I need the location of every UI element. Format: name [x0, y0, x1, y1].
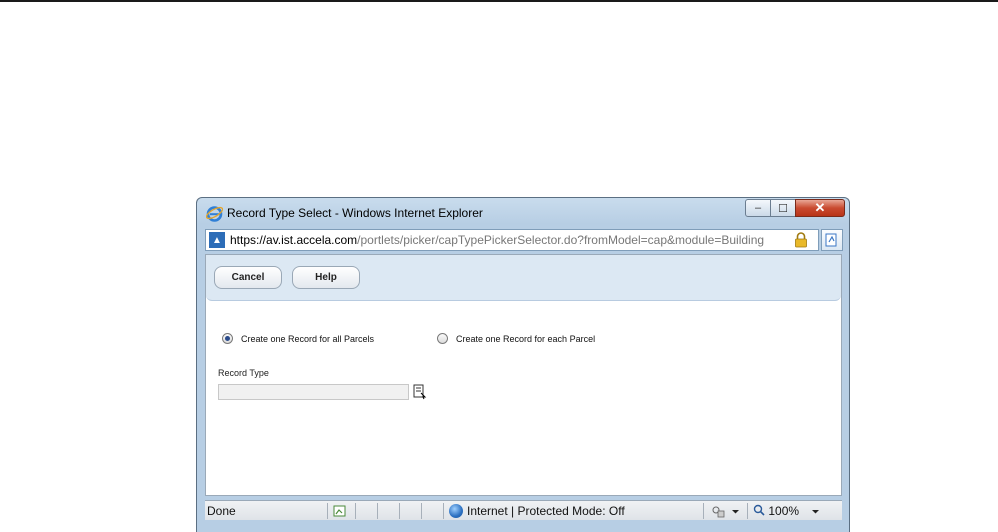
status-separator: [355, 503, 356, 519]
status-separator: [703, 503, 704, 519]
title-bar[interactable]: Record Type Select - Windows Internet Ex…: [197, 198, 849, 228]
ie-popup-window: Record Type Select - Windows Internet Ex…: [196, 197, 850, 532]
action-toolbar: Cancel Help: [206, 255, 841, 301]
address-bar[interactable]: ▲ https://av.ist.accela.com/portlets/pic…: [205, 229, 819, 251]
window-title: Record Type Select - Windows Internet Ex…: [227, 206, 483, 220]
compatibility-view-button[interactable]: [821, 229, 843, 251]
page-content: Cancel Help Create one Record for all Pa…: [205, 254, 842, 496]
page-top-rule: [0, 0, 998, 2]
zoom-text: 100%: [768, 504, 800, 518]
record-type-picker-icon[interactable]: [413, 384, 427, 400]
all-parcels-label: Create one Record for all Parcels: [241, 333, 375, 344]
status-separator: [377, 503, 378, 519]
zoom-level[interactable]: 100%: [753, 504, 799, 518]
chevron-down-icon[interactable]: [731, 504, 740, 518]
site-favicon-icon: ▲: [209, 232, 225, 248]
zoom-magnifier-icon: [753, 504, 765, 516]
cancel-button[interactable]: Cancel: [214, 266, 282, 289]
compatibility-view-icon: [825, 233, 837, 247]
maximize-icon: ☐: [778, 202, 788, 215]
status-separator: [747, 503, 748, 519]
url-domain: accela.com: [296, 233, 358, 247]
radio-selected-dot: [225, 336, 230, 341]
status-text: Done: [207, 504, 236, 518]
option-each-parcel[interactable]: Create one Record for each Parcel: [437, 333, 595, 344]
security-zone[interactable]: Internet | Protected Mode: Off: [449, 504, 625, 518]
help-button[interactable]: Help: [292, 266, 360, 289]
record-type-label: Record Type: [218, 368, 269, 378]
option-all-parcels[interactable]: Create one Record for all Parcels: [222, 333, 374, 344]
lock-icon[interactable]: [794, 232, 808, 248]
close-button[interactable]: ✕: [795, 199, 845, 217]
maximize-button[interactable]: ☐: [770, 199, 796, 217]
chevron-down-icon[interactable]: [811, 504, 820, 518]
close-icon: ✕: [814, 200, 826, 215]
internet-zone-icon: [449, 504, 463, 518]
record-type-input[interactable]: [218, 384, 409, 400]
status-bar: Done Internet | Protected Mode: Off 100%: [205, 500, 842, 520]
security-zone-text: Internet | Protected Mode: Off: [467, 504, 625, 518]
status-separator: [399, 503, 400, 519]
popup-blocked-icon[interactable]: [333, 504, 347, 518]
minimize-icon: –: [754, 202, 762, 214]
privacy-icon[interactable]: [711, 504, 725, 518]
minimize-button[interactable]: –: [745, 199, 771, 217]
url-path: /portlets/picker/capTypePickerSelector.d…: [357, 233, 765, 247]
status-separator: [327, 503, 328, 519]
each-parcel-radio[interactable]: [437, 333, 448, 344]
internet-explorer-icon: [206, 206, 223, 222]
status-separator: [443, 503, 444, 519]
all-parcels-radio[interactable]: [222, 333, 233, 344]
url-scheme: https://av.ist.: [230, 233, 297, 247]
status-separator: [421, 503, 422, 519]
address-url[interactable]: https://av.ist.accela.com/portlets/picke…: [230, 233, 764, 247]
each-parcel-label: Create one Record for each Parcel: [456, 333, 596, 344]
